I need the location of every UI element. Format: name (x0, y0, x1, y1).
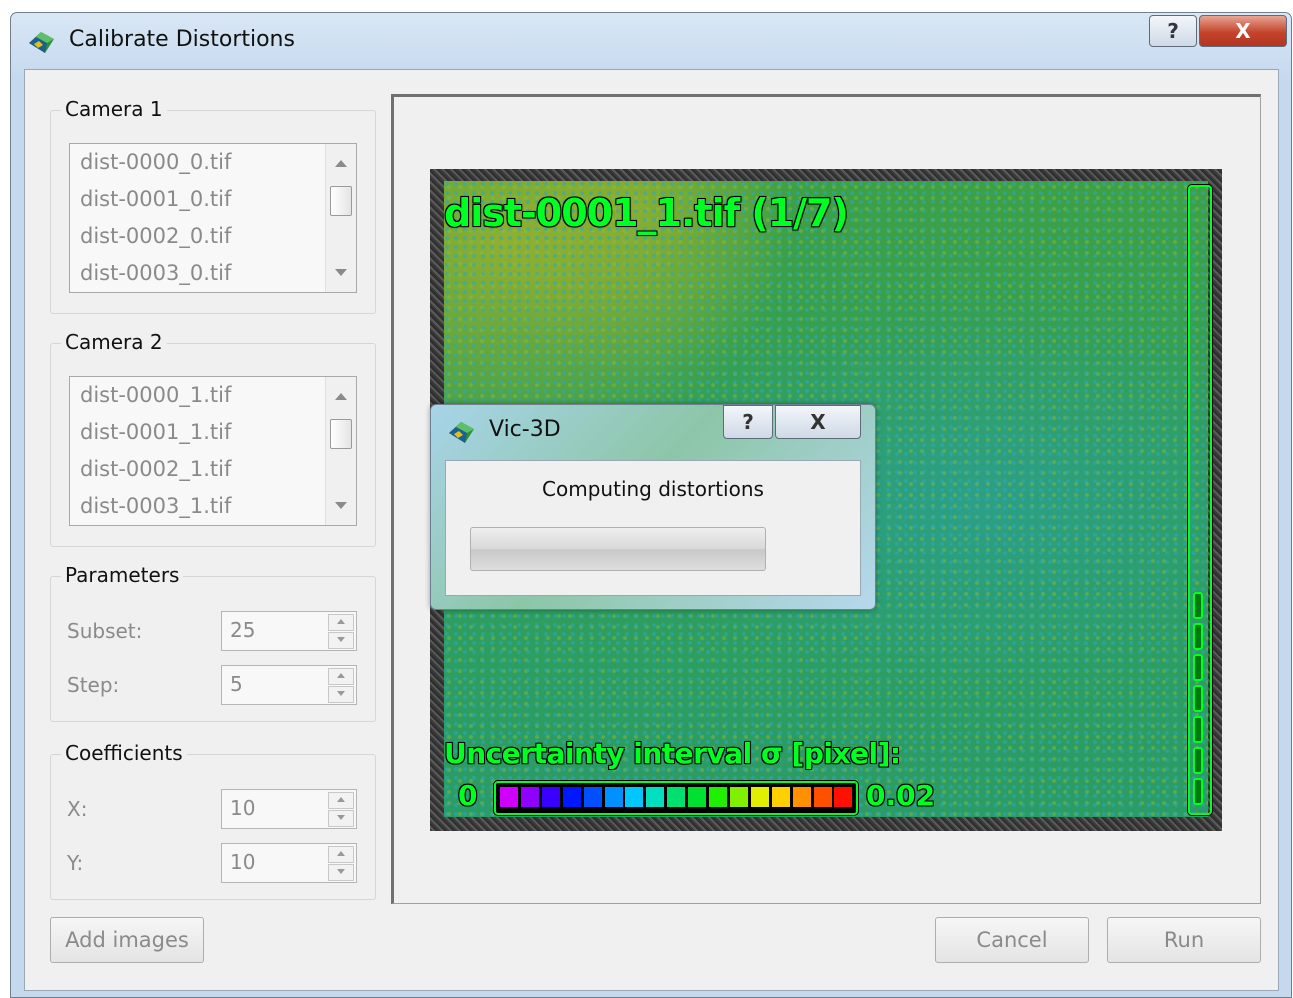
spin-up-icon[interactable] (328, 792, 354, 809)
run-button[interactable]: Run (1107, 917, 1261, 963)
level-bar (1188, 185, 1212, 815)
scroll-thumb[interactable] (330, 186, 352, 216)
level-bar-segment (1193, 654, 1203, 681)
colormap-segment (520, 787, 539, 807)
x-spinbox[interactable]: 10 (221, 789, 357, 829)
subset-value: 25 (230, 618, 256, 642)
help-button[interactable]: ? (1149, 15, 1197, 47)
list-item[interactable]: dist-0003_0.tif (70, 255, 356, 292)
parameters-group: Parameters Subset: 25 Step: 5 (50, 563, 376, 722)
list-item[interactable]: dist-0000_0.tif (70, 144, 356, 181)
progress-dialog: Vic-3D ? X Computing distortions (430, 404, 876, 610)
step-value: 5 (230, 672, 243, 696)
camera2-listbox[interactable]: dist-0000_1.tif dist-0001_1.tif dist-000… (69, 376, 357, 526)
list-item[interactable]: dist-0001_1.tif (70, 414, 356, 451)
colormap-segment (813, 787, 832, 807)
cancel-button[interactable]: Cancel (935, 917, 1089, 963)
scroll-up-icon[interactable] (335, 160, 347, 167)
scroll-down-icon[interactable] (335, 502, 347, 509)
list-item[interactable]: dist-0000_1.tif (70, 377, 356, 414)
legend-title: Uncertainty interval σ [pixel]: (444, 737, 901, 770)
progress-help-button[interactable]: ? (723, 405, 773, 439)
colormap-segment (604, 787, 623, 807)
subset-spinbox[interactable]: 25 (221, 611, 357, 651)
spin-down-icon[interactable] (328, 632, 354, 649)
add-images-button[interactable]: Add images (50, 917, 204, 963)
step-spinbox[interactable]: 5 (221, 665, 357, 705)
list-item[interactable]: dist-0002_1.tif (70, 451, 356, 488)
scroll-up-icon[interactable] (335, 393, 347, 400)
colormap-segment (583, 787, 602, 807)
y-label: Y: (67, 851, 84, 875)
colormap-segment (792, 787, 811, 807)
coefficients-group: Coefficients X: 10 Y: 10 (50, 741, 376, 900)
legend-max: 0.02 (866, 779, 936, 812)
vic3d-app-icon (29, 32, 54, 53)
x-label: X: (67, 797, 88, 821)
spin-up-icon[interactable] (328, 668, 354, 685)
level-bar-segment (1193, 685, 1203, 712)
progress-dialog-title: Vic-3D (489, 417, 561, 442)
y-spinbox[interactable]: 10 (221, 843, 357, 883)
legend-min: 0 (458, 779, 478, 812)
list-item[interactable]: dist-0003_1.tif (70, 488, 356, 525)
spin-down-icon[interactable] (328, 686, 354, 703)
camera2-title: Camera 2 (61, 330, 167, 354)
camera1-group: Camera 1 dist-0000_0.tif dist-0001_0.tif… (50, 97, 376, 314)
title-bar[interactable]: Calibrate Distortions ? X (11, 13, 1291, 67)
y-value: 10 (230, 850, 256, 874)
colormap-segment (771, 787, 790, 807)
colormap-segment (541, 787, 560, 807)
step-label: Step: (67, 673, 120, 697)
spin-down-icon[interactable] (328, 864, 354, 881)
spin-up-icon[interactable] (328, 846, 354, 863)
list-item[interactable]: dist-0002_0.tif (70, 218, 356, 255)
colormap-segment (667, 787, 686, 807)
coefficients-title: Coefficients (61, 741, 187, 765)
colormap-segment (562, 787, 581, 807)
scroll-down-icon[interactable] (335, 269, 347, 276)
level-bar-segment (1193, 747, 1203, 774)
progress-dialog-body: Computing distortions (445, 460, 861, 596)
level-bar-segment (1193, 778, 1203, 805)
camera2-scrollbar[interactable] (325, 377, 356, 525)
camera2-group: Camera 2 dist-0000_1.tif dist-0001_1.tif… (50, 330, 376, 547)
colormap-segment (646, 787, 665, 807)
subset-label: Subset: (67, 619, 143, 643)
level-bar-segment (1193, 623, 1203, 650)
camera1-scrollbar[interactable] (325, 144, 356, 292)
colormap-segment (729, 787, 748, 807)
list-item[interactable]: dist-0001_0.tif (70, 181, 356, 218)
colormap-segment (625, 787, 644, 807)
camera1-listbox[interactable]: dist-0000_0.tif dist-0001_0.tif dist-000… (69, 143, 357, 293)
spin-up-icon[interactable] (328, 614, 354, 631)
camera1-title: Camera 1 (61, 97, 167, 121)
colormap-bar (494, 781, 858, 815)
progress-bar (470, 527, 766, 571)
spin-down-icon[interactable] (328, 810, 354, 827)
level-bar-segment (1193, 592, 1203, 619)
progress-message: Computing distortions (542, 477, 764, 501)
colormap-segment (688, 787, 707, 807)
colormap-segment (750, 787, 769, 807)
x-value: 10 (230, 796, 256, 820)
close-button[interactable]: X (1199, 15, 1287, 47)
window-title: Calibrate Distortions (69, 27, 295, 52)
progress-close-button[interactable]: X (775, 405, 861, 439)
level-bar-segment (1193, 716, 1203, 743)
vic3d-app-icon (449, 422, 474, 443)
colormap-segment (709, 787, 727, 807)
scroll-thumb[interactable] (330, 419, 352, 449)
image-filename-label: dist-0001_1.tif (1/7) (444, 191, 849, 235)
colormap-segment (500, 787, 518, 807)
parameters-title: Parameters (61, 563, 184, 587)
colormap-segment (834, 787, 853, 807)
